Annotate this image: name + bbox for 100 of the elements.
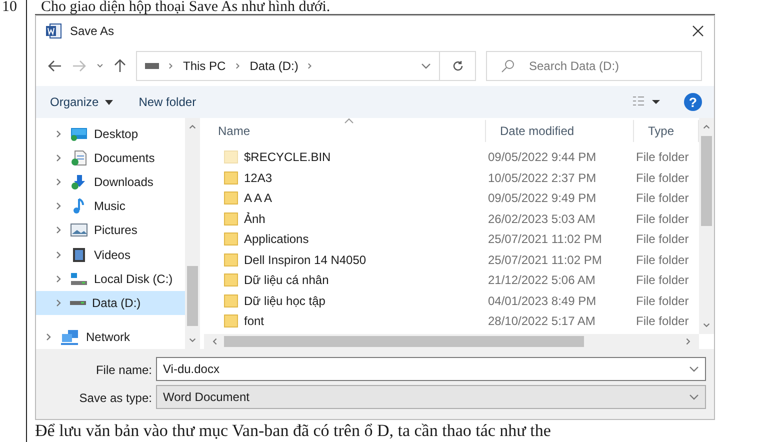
file-row[interactable]: font 28/10/2022 5:17 AM File folder	[204, 311, 699, 332]
file-row[interactable]: Ảnh 26/02/2023 5:03 AM File folder	[204, 208, 699, 229]
instruction-text: Để lưu văn bản vào thư mục Van-ban đã có trên ổ D, ta cần thao tác như the	[34, 421, 552, 440]
drive-icon	[70, 270, 88, 287]
help-button[interactable]: ?	[684, 93, 702, 111]
type-cell-text: File folder	[635, 252, 690, 267]
sort-up-icon	[344, 118, 354, 124]
nav-label: Documents	[94, 151, 155, 166]
scrollbar-thumb[interactable]	[224, 336, 584, 347]
nav-label: Data (D:)	[92, 296, 141, 310]
file-row[interactable]: Dell Inspiron 14 N4050 25/07/2021 11:02 PM File folder	[204, 250, 699, 270]
date-cell-text: 04/01/2023 8:49 PM	[487, 294, 598, 308]
nav-item[interactable]: Music	[36, 194, 185, 218]
file-row[interactable]: Applications 25/07/2021 11:02 PM File folder	[204, 229, 699, 250]
drive-icon	[70, 300, 86, 305]
file-name: 12A3	[244, 170, 272, 185]
downloads-icon	[70, 174, 88, 190]
file-name: Dữ liệu học tập	[244, 294, 326, 308]
date-cell-text: 09/05/2022 9:44 PM	[487, 150, 598, 164]
file-row[interactable]: Dữ liệu cá nhân 21/12/2022 5:06 AM File folder	[204, 270, 699, 290]
type-cell-text: File folder	[635, 150, 690, 164]
search-icon	[501, 59, 515, 73]
scroll-up-icon	[188, 122, 197, 131]
search-placeholder: Search Data (D:)	[529, 59, 620, 73]
scroll-right-icon	[684, 337, 693, 346]
scrollbar-thumb[interactable]	[701, 136, 712, 226]
nav-item[interactable]: Desktop	[36, 122, 185, 146]
nav-label: Music	[94, 199, 126, 214]
file-name: Applications	[244, 232, 309, 246]
up-arrow-icon[interactable]	[114, 59, 126, 73]
file-name: Ảnh	[244, 212, 266, 226]
refresh-icon	[452, 60, 464, 72]
file-name: A A A	[244, 191, 272, 206]
nav-item[interactable]: Videos	[36, 242, 185, 267]
view-options-icon[interactable]	[632, 96, 662, 108]
dropdown-caret-icon	[689, 364, 699, 374]
date-cell-text: 26/02/2023 5:03 AM	[487, 212, 596, 226]
scrollbar[interactable]	[699, 118, 714, 334]
pictures-icon	[70, 222, 88, 238]
caret-down-icon	[104, 100, 113, 104]
date-cell-text: 09/05/2022 9:49 PM	[487, 191, 598, 206]
search-field[interactable]: Search Data (D:)	[486, 51, 702, 81]
nav-item[interactable]: Local Disk (C:)	[36, 266, 185, 291]
type-cell-text: File folder	[635, 273, 690, 288]
date-cell-text: 25/07/2021 11:02 PM	[487, 232, 603, 246]
file-name: $RECYCLE.BIN	[244, 150, 331, 164]
type-cell-text: File folder	[635, 232, 690, 246]
nav-item[interactable]: Downloads	[36, 170, 185, 194]
scroll-up-icon	[702, 122, 711, 131]
scrollbar-thumb[interactable]	[187, 266, 198, 326]
drive-icon	[145, 63, 159, 69]
nav-label: Videos	[94, 248, 130, 262]
chevron-right-icon	[234, 62, 242, 70]
back-arrow-icon[interactable]	[48, 60, 62, 72]
file-name-field[interactable]: Vi-du.docx	[156, 357, 706, 381]
file-row[interactable]: A A A 09/05/2022 9:49 PM File folder	[204, 188, 699, 208]
nav-item[interactable]: Pictures	[36, 218, 185, 243]
nav-item[interactable]: Network	[36, 324, 185, 349]
close-icon[interactable]	[692, 25, 704, 37]
scrollbar[interactable]	[204, 334, 699, 349]
nav-label: Local Disk (C:)	[94, 272, 173, 286]
type-cell-text: File folder	[635, 191, 690, 206]
question-number: 10	[2, 0, 17, 15]
network-icon	[60, 328, 80, 345]
nav-label: Pictures	[94, 223, 138, 238]
field-label: File name:	[94, 363, 153, 377]
new-folder-button[interactable]: New folder	[136, 93, 198, 111]
file-name: Dữ liệu cá nhân	[244, 273, 329, 288]
file-name: Dell Inspiron 14 N4050	[244, 252, 366, 267]
date-cell-text: 28/10/2022 5:17 AM	[487, 314, 596, 328]
type-cell-text: File folder	[635, 170, 690, 185]
type-cell-text: File folder	[635, 212, 690, 226]
breadcrumb[interactable]: This PC	[183, 59, 226, 73]
file-row[interactable]: 12A3 10/05/2022 2:37 PM File folder	[204, 168, 699, 188]
field-label: Save as type:	[78, 391, 153, 405]
type-cell-text: File folder	[635, 294, 690, 308]
save-as-type-dropdown[interactable]: Word Document	[156, 385, 706, 409]
column-header[interactable]: Name	[204, 120, 486, 142]
caret-down-icon	[96, 62, 104, 70]
forward-arrow-icon[interactable]	[72, 60, 86, 72]
type-cell-text: File folder	[635, 314, 690, 328]
desktop-icon	[70, 126, 88, 142]
file-row[interactable]: Dữ liệu học tập 04/01/2023 8:49 PM File folder	[204, 290, 699, 311]
nav-label: Downloads	[94, 175, 154, 190]
nav-item[interactable]: Data (D:)	[36, 290, 185, 315]
address-bar[interactable]: This PC Data (D:)	[136, 51, 476, 81]
dropdown-caret-icon	[421, 61, 431, 71]
date-cell-text: 10/05/2022 2:37 PM	[487, 170, 598, 185]
breadcrumb[interactable]: Data (D:)	[250, 59, 298, 73]
documents-icon	[70, 150, 88, 166]
scroll-down-icon	[702, 321, 711, 330]
scrollbar[interactable]	[185, 118, 200, 349]
file-row[interactable]: $RECYCLE.BIN 09/05/2022 9:44 PM File folder	[204, 147, 699, 168]
word-document-icon	[46, 23, 62, 39]
scroll-down-icon	[188, 336, 197, 345]
nav-label: Network	[86, 330, 130, 344]
column-header[interactable]: Date modified	[486, 120, 634, 142]
scroll-left-icon	[210, 337, 219, 346]
organize-button[interactable]: Organize	[48, 93, 115, 111]
nav-item[interactable]: Documents	[36, 146, 185, 170]
